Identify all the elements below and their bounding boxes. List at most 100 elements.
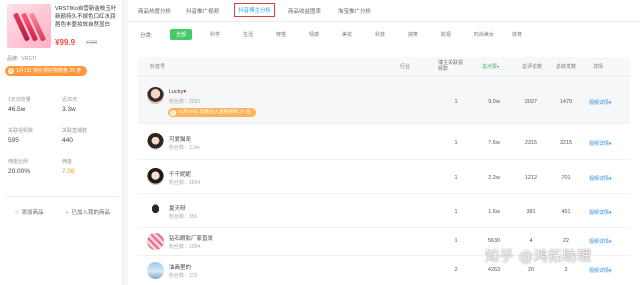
tab-promo-videos[interactable]: 抖音推广视频 (186, 7, 219, 15)
product-title[interactable]: VRSTIKo自营新金枝玉叶新颜持久不掉色口红水润唇色丰盈妆效自然显白 (55, 5, 119, 29)
category-item[interactable]: 体育 (512, 31, 522, 38)
tab-taobao-analysis[interactable]: 淘宝推广分析 (338, 7, 371, 15)
col-shares[interactable]: 总转发数 (556, 63, 576, 70)
blogger-name[interactable]: 钻石眼影厂家直发 (169, 234, 213, 242)
cell-shares: 22 (562, 238, 570, 244)
blogger-name[interactable]: Lucky♥ (169, 89, 186, 95)
chevron-down-icon: ▾ (609, 268, 612, 274)
heart-icon: ♥ (183, 89, 187, 95)
add-product-label: 添加商品 (21, 210, 44, 216)
col-videos[interactable]: 博主关联视频数 (438, 60, 466, 72)
cell-comments: 381 (526, 209, 536, 215)
product-meta: 品牌: VRSTI (7, 55, 36, 62)
sort-desc-icon: ▾ (497, 64, 500, 69)
stat-value: 3.3w (62, 106, 76, 113)
chevron-down-icon: ▾ (609, 100, 612, 106)
cell-shares: 3215 (559, 140, 573, 146)
chevron-down-icon: ▾ (609, 141, 612, 147)
stat-value: 46.5w (8, 106, 26, 113)
stat-item: 关联直播数 440 (62, 127, 112, 144)
video-detail-label: 视频详情 (589, 239, 610, 245)
table-row[interactable]: 可爱猫宠 粉丝数：2.9w 1 7.6w 2315 3215 视频详情▾ (138, 124, 630, 160)
cell-comments: 20 (527, 267, 535, 273)
blogger-name-text: Lucky (169, 89, 184, 95)
category-item[interactable]: 搞笑 (408, 31, 418, 38)
stat-label: 佣金 (62, 159, 73, 165)
blogger-name[interactable]: 可爱猫宠 (169, 135, 191, 143)
col-comments[interactable]: 总评论数 (522, 63, 542, 70)
col-likes-label: 总点赞 (482, 64, 498, 70)
watermark: 知乎 @鸿拓助理 (485, 249, 592, 265)
tab-revenue-chart[interactable]: 商品收益图表 (288, 7, 321, 15)
avatar (147, 202, 164, 219)
table-row[interactable]: Lucky♥ 粉丝数：2020 钻 01月09日 电商达人涨粉榜单 37 名 1 … (138, 78, 630, 124)
video-detail-link[interactable]: 视频详情▾ (589, 99, 612, 106)
stat-item: 佣金比例 20.00% (8, 158, 58, 175)
product-original-price: ¥199 (86, 40, 98, 46)
my-products-button[interactable]: + 已加入我的商品 (64, 208, 110, 216)
tab-product-heat[interactable]: 商品热度分析 (138, 7, 171, 15)
stat-label: 关联视频数 (8, 128, 34, 134)
cell-comments: 4 (529, 238, 533, 244)
stat-label: 佣金比例 (8, 159, 29, 165)
avatar (147, 133, 164, 150)
blogger-name[interactable]: 油画里的 (169, 263, 191, 271)
col-likes[interactable]: 总点赞▾ (482, 63, 499, 70)
video-detail-label: 视频详情 (589, 268, 610, 274)
col-industry: 行业 (400, 64, 411, 70)
stat-label: 1天浏览量 (8, 97, 31, 103)
stat-item: 1天浏览量 46.5w (8, 96, 58, 113)
category-item[interactable]: 情感 (309, 31, 319, 38)
cell-shares: 701 (561, 175, 571, 181)
fan-count: 粉丝数：356 (169, 214, 198, 220)
cell-likes: 7.6w (488, 140, 500, 146)
avatar (147, 262, 164, 279)
category-item[interactable]: 影视 (441, 31, 451, 38)
category-item[interactable]: 美妆 (342, 31, 352, 38)
category-item[interactable]: 时尚美女 (474, 31, 494, 38)
blogger-name[interactable]: 夏天呀 (169, 204, 186, 212)
video-detail-label: 视频详情 (589, 141, 610, 147)
category-item[interactable]: 穿搭 (276, 31, 286, 38)
promo-text: 1月1日 特价领好物赠券 25 券 (16, 68, 82, 74)
product-panel: VRSTIKo自营新金枝玉叶新颜持久不掉色口红水润唇色丰盈妆效自然显白 ¥99.… (0, 0, 123, 285)
video-detail-label: 视频详情 (589, 100, 610, 106)
video-detail-link[interactable]: 视频详情▾ (589, 209, 612, 216)
col-account: 抖音号 (150, 64, 166, 70)
fan-count: 粉丝数：272 (169, 273, 198, 279)
cell-videos: 1 (454, 99, 458, 105)
blogger-name[interactable]: 千千妮妮 (169, 170, 191, 178)
add-product-button[interactable]: ☆ 添加商品 (14, 208, 44, 216)
cell-videos: 1 (454, 140, 458, 146)
avatar (147, 168, 164, 185)
product-image[interactable] (7, 4, 51, 48)
video-detail-link[interactable]: 视频详情▾ (589, 238, 612, 245)
category-item[interactable]: 科技 (375, 31, 385, 38)
category-item[interactable]: 生活 (243, 31, 253, 38)
cell-videos: 2 (454, 267, 458, 273)
video-detail-link[interactable]: 视频详情▾ (589, 267, 612, 274)
cell-likes: 4263 (487, 267, 501, 273)
video-detail-link[interactable]: 视频详情▾ (589, 140, 612, 147)
cell-shares: 1470 (559, 99, 573, 105)
category-item[interactable]: 科学 (210, 31, 220, 38)
tab-bar: 商品热度分析 抖音推广视频 抖音博主分析 商品收益图表 淘宝推广分析 (128, 0, 640, 22)
cell-comments: 2027 (524, 99, 538, 105)
stat-label: 关联直播数 (62, 128, 88, 134)
cell-comments: 2315 (524, 140, 538, 146)
category-all[interactable]: 全部 (170, 29, 193, 40)
cell-likes: 2.2w (488, 175, 500, 181)
chevron-down-icon: ▾ (609, 176, 612, 182)
video-detail-link[interactable]: 视频详情▾ (589, 175, 612, 182)
stat-item: 近30天 3.3w (62, 96, 112, 113)
stat-value: 440 (62, 137, 73, 144)
cell-likes: 1.6w (488, 209, 500, 215)
category-label: 分类: (140, 33, 153, 39)
tab-blogger-analysis[interactable]: 抖音博主分析 (234, 3, 276, 17)
main-panel: 商品热度分析 抖音推广视频 抖音博主分析 商品收益图表 淘宝推广分析 分类: 全… (128, 0, 640, 285)
product-price: ¥99.9 (55, 38, 76, 47)
meta-value: VRSTI (21, 56, 37, 62)
stat-value: 7.08 (62, 168, 75, 175)
table-row[interactable]: 夏天呀 粉丝数：356 1 1.6w 381 451 视频详情▾ (138, 194, 630, 228)
table-row[interactable]: 千千妮妮 粉丝数：1694 1 2.2w 1212 701 视频详情▾ (138, 160, 630, 194)
